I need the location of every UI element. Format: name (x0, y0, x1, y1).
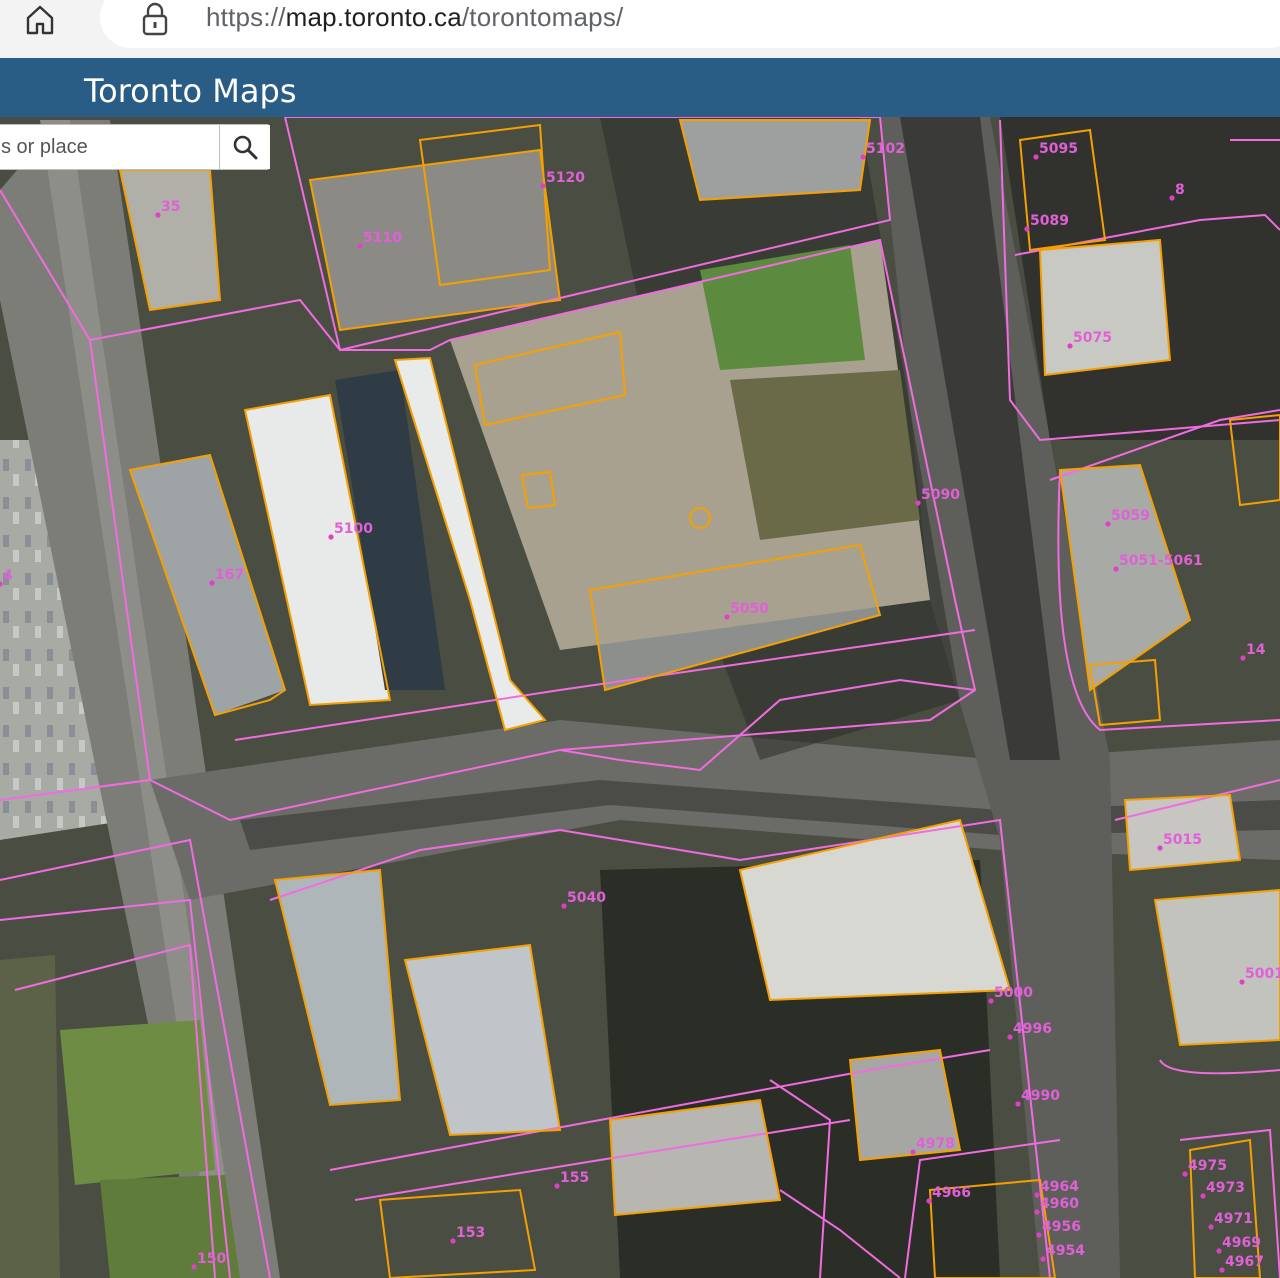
address-label: 4971 (1214, 1211, 1253, 1227)
address-label: 4954 (1046, 1243, 1085, 1259)
url-path: /torontomaps/ (461, 2, 624, 32)
address-point[interactable] (450, 1238, 456, 1244)
address-point[interactable] (1067, 343, 1073, 349)
address-point[interactable] (1169, 195, 1175, 201)
address-point[interactable] (357, 243, 363, 249)
address-label: 5015 (1163, 832, 1202, 848)
address-point[interactable] (1040, 1256, 1046, 1262)
address-point[interactable] (554, 1183, 560, 1189)
address-point[interactable] (1036, 1232, 1042, 1238)
address-point[interactable] (1105, 521, 1111, 527)
address-label: 4973 (1206, 1180, 1245, 1196)
address-point[interactable] (1015, 1101, 1021, 1107)
address-label: 4964 (1040, 1179, 1079, 1195)
address-point[interactable] (328, 534, 334, 540)
address-point[interactable] (724, 614, 730, 620)
lock-icon (142, 2, 168, 36)
address-label: 4975 (1188, 1158, 1227, 1174)
address-point[interactable] (1240, 655, 1246, 661)
address-label: 5089 (1030, 213, 1069, 229)
address-label: 5001 (1245, 966, 1280, 982)
address-label: 5095 (1039, 141, 1078, 157)
address-label: 5090 (921, 487, 960, 503)
address-label: 4967 (1225, 1254, 1264, 1270)
address-point[interactable] (1208, 1224, 1214, 1230)
home-button[interactable] (14, 0, 66, 40)
address-point[interactable] (1157, 845, 1163, 851)
address-label: 5000 (994, 985, 1033, 1001)
address-label: 4960 (1040, 1196, 1079, 1212)
address-label: 4996 (1013, 1021, 1052, 1037)
address-point[interactable] (1034, 1192, 1040, 1198)
address-point[interactable] (540, 183, 546, 189)
address-point[interactable] (1182, 1171, 1188, 1177)
address-label: 5051-5061 (1119, 553, 1203, 569)
address-point[interactable] (926, 1198, 932, 1204)
address-label: 167 (215, 567, 244, 583)
app-header: Toronto Maps (0, 58, 1280, 117)
aerial-map[interactable]: 35 5102 5120 5110 5095 5089 5075 5090 5100 167 505… (0, 117, 1280, 1278)
address-point[interactable] (191, 1264, 197, 1270)
address-point[interactable] (1033, 154, 1039, 160)
address-point[interactable] (1239, 979, 1245, 985)
address-label: 4969 (1222, 1235, 1261, 1251)
address-label: 5040 (567, 890, 606, 906)
address-point[interactable] (1007, 1034, 1013, 1040)
address-point[interactable] (155, 212, 161, 218)
address-point[interactable] (860, 154, 866, 160)
home-icon (26, 5, 54, 35)
address-label: 4990 (1021, 1088, 1060, 1104)
address-label: 14 (1246, 642, 1266, 658)
address-label: 155 (560, 1170, 589, 1186)
address-label: 4 (3, 568, 13, 584)
url-text[interactable]: https://map.toronto.ca/torontomaps/ (206, 2, 623, 33)
address-label: 4966 (932, 1185, 971, 1201)
address-point[interactable] (1219, 1267, 1225, 1273)
address-label: 8 (1175, 182, 1185, 198)
address-label: 5120 (546, 170, 585, 186)
address-label: 35 (161, 199, 180, 215)
address-label: 5059 (1111, 508, 1150, 524)
address-label: 5050 (730, 601, 769, 617)
address-point[interactable] (1200, 1193, 1206, 1199)
search-box (0, 124, 270, 170)
address-label: 5075 (1073, 330, 1112, 346)
address-point[interactable] (1034, 1209, 1040, 1215)
address-label: 153 (456, 1225, 485, 1241)
address-label: 150 (197, 1251, 226, 1267)
search-button[interactable] (219, 125, 270, 169)
search-icon (233, 135, 258, 160)
url-domain: map.toronto.ca (285, 2, 462, 32)
address-point[interactable] (988, 998, 994, 1004)
address-point[interactable] (1113, 566, 1119, 572)
address-label: 4978 (916, 1136, 955, 1152)
address-point[interactable] (1216, 1248, 1222, 1254)
address-point[interactable] (1024, 226, 1030, 232)
search-input[interactable] (0, 125, 219, 169)
address-point[interactable] (561, 903, 567, 909)
address-label: 5100 (334, 521, 373, 537)
url-scheme: https:// (206, 2, 286, 32)
address-label: 5110 (363, 230, 402, 246)
address-point[interactable] (910, 1149, 916, 1155)
address-point[interactable] (209, 580, 215, 586)
address-label: 4956 (1042, 1219, 1081, 1235)
address-label: 5102 (866, 141, 905, 157)
address-point[interactable] (915, 500, 921, 506)
app-title: Toronto Maps (84, 72, 297, 110)
browser-toolbar: https://map.toronto.ca/torontomaps/ (0, 0, 1280, 58)
